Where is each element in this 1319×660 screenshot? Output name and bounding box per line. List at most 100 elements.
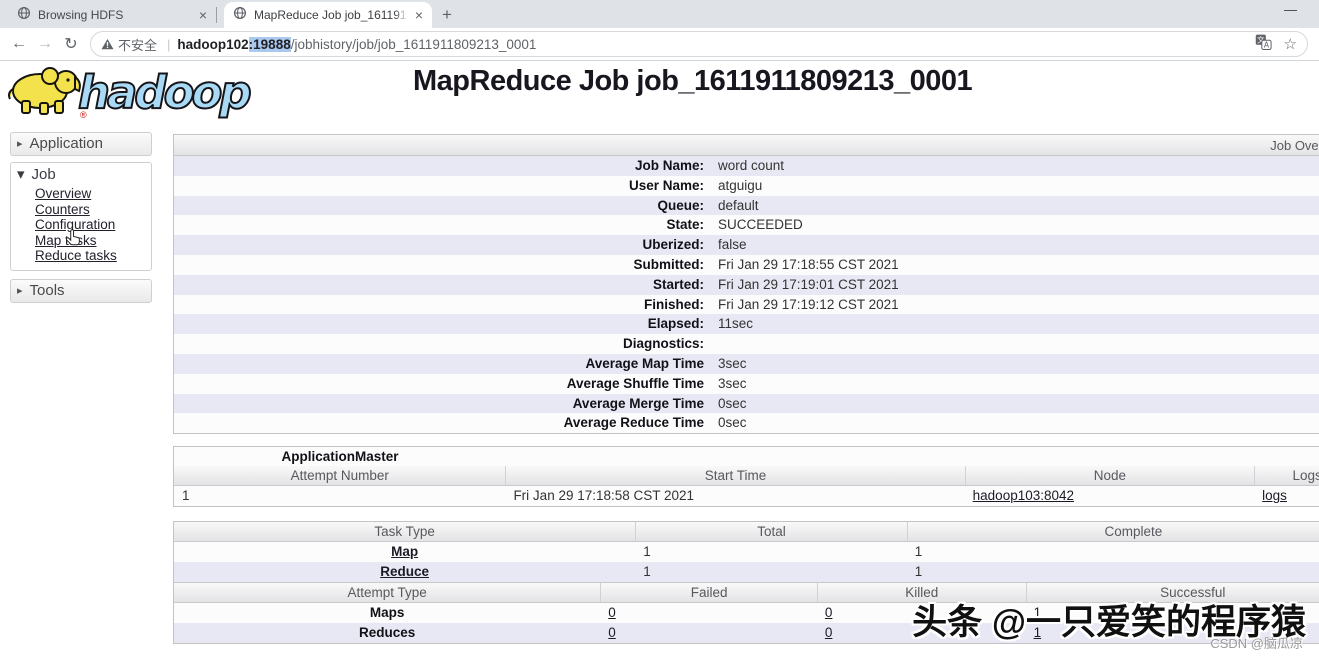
column-header: Task Type xyxy=(374,524,435,540)
overview-value xyxy=(710,334,718,354)
logs-link[interactable]: logs xyxy=(1262,488,1287,503)
overview-label: User Name: xyxy=(628,177,704,193)
sidebar-job-label: Job xyxy=(31,165,56,183)
hadoop-logo: hadoop ® xyxy=(0,61,300,124)
chevron-right-icon: ▸ xyxy=(17,284,23,297)
killed-maps-link[interactable]: 0 xyxy=(825,605,833,620)
column-header: Start Time xyxy=(505,466,964,486)
not-secure-warning[interactable]: 不安全 xyxy=(101,35,157,54)
killed-reduces-link[interactable]: 0 xyxy=(825,625,833,640)
overview-value: default xyxy=(718,197,759,213)
tab-browsing-hdfs[interactable]: Browsing HDFS × xyxy=(8,2,216,28)
forward-button[interactable]: → xyxy=(32,35,58,53)
start-time-cell: Fri Jan 29 17:18:58 CST 2021 xyxy=(513,488,695,504)
sidebar-link-overview[interactable]: Overview xyxy=(35,186,145,202)
sidebar-link-configuration[interactable]: Configuration xyxy=(35,217,145,233)
logo-registered-mark: ® xyxy=(80,110,87,119)
overview-label: Average Merge Time xyxy=(572,395,704,411)
task-type-cell: Map xyxy=(174,542,635,562)
close-icon[interactable]: × xyxy=(415,8,423,22)
tab-strip: Browsing HDFS × MapReduce Job job_161191… xyxy=(0,0,1319,28)
application-master-table: ApplicationMaster Attempt Number Start T… xyxy=(173,446,1319,508)
warning-triangle-icon xyxy=(101,38,114,50)
overview-label: Diagnostics: xyxy=(622,336,704,352)
reload-button[interactable]: ↻ xyxy=(58,34,84,54)
sidebar-link-reduce-tasks[interactable]: Reduce tasks xyxy=(35,248,145,264)
logs-cell: logs xyxy=(1254,486,1319,506)
watermark-csdn: CSDN @脑瓜凉 xyxy=(1210,636,1303,651)
url-separator: | xyxy=(167,36,171,52)
table-row: 1 Fri Jan 29 17:18:58 CST 2021 hadoop103… xyxy=(174,486,1319,506)
column-header: Total xyxy=(635,522,907,542)
table-row: Average Shuffle Time 3sec xyxy=(174,374,1319,394)
table-row: Submitted: Fri Jan 29 17:18:55 CST 2021 xyxy=(174,255,1319,275)
address-bar[interactable]: 不安全 | hadoop102:19888/jobhistory/job/job… xyxy=(90,31,1308,57)
table-row: State: SUCCEEDED xyxy=(174,215,1319,235)
overview-value: atguigu xyxy=(718,177,763,193)
job-history-page: hadoop ® MapReduce Job job_1611911809213… xyxy=(0,61,1319,660)
total-cell: 1 xyxy=(643,564,651,580)
table-row: Average Map Time 3sec xyxy=(174,353,1319,374)
overview-label: Average Shuffle Time xyxy=(566,375,704,391)
back-button[interactable]: ← xyxy=(6,35,32,53)
sidebar-section-application[interactable]: ▸ Application xyxy=(10,132,152,156)
overview-label: Started: xyxy=(652,276,704,292)
sidebar-section-job: ▾ Job Overview Counters Configuration Ma… xyxy=(10,162,152,271)
job-overview-table: Job Overview Job Name: word count User Na… xyxy=(173,134,1319,435)
overview-value: 11sec xyxy=(718,316,754,332)
table-row: Average Merge Time 0sec xyxy=(174,393,1319,414)
sidebar-link-map-tasks[interactable]: Map tasks xyxy=(35,233,145,249)
node-cell: hadoop103:8042 xyxy=(965,486,1255,506)
url-port-selected: :19888 xyxy=(248,36,291,52)
job-overview-caption: Job Overview xyxy=(174,135,1319,156)
table-row: Map 1 1 xyxy=(174,542,1319,562)
overview-value: SUCCEEDED xyxy=(718,217,803,233)
failed-reduces-link[interactable]: 0 xyxy=(608,625,616,640)
globe-icon xyxy=(17,6,31,25)
chevron-right-icon: ▸ xyxy=(17,138,23,150)
globe-icon xyxy=(233,6,247,25)
sidebar-link-counters[interactable]: Counters xyxy=(35,202,145,218)
sidebar-job-header[interactable]: ▾ Job xyxy=(17,165,145,184)
url-text[interactable]: hadoop102:19888/jobhistory/job/job_16119… xyxy=(177,36,1246,52)
table-row: Diagnostics: xyxy=(174,334,1319,354)
overview-label: State: xyxy=(666,217,704,233)
node-link[interactable]: hadoop103:8042 xyxy=(973,488,1074,503)
map-tasks-link[interactable]: Map xyxy=(391,544,418,559)
not-secure-label: 不安全 xyxy=(118,37,158,53)
column-header: Failed xyxy=(600,583,817,603)
overview-label: Average Reduce Time xyxy=(563,415,704,431)
tab-mapreduce-job[interactable]: MapReduce Job job_16119118 × xyxy=(224,2,432,28)
close-icon[interactable]: × xyxy=(199,8,207,22)
url-path: /jobhistory/job/job_1611911809213_0001 xyxy=(290,36,537,52)
task-summary-table: Task Type Total Complete Map 1 1 Reduce … xyxy=(173,521,1319,583)
window-minimize-button[interactable]: — xyxy=(1284,2,1297,17)
column-header: Node xyxy=(964,466,1255,486)
sidebar-tools-label: Tools xyxy=(29,281,65,299)
table-row: Finished: Fri Jan 29 17:19:12 CST 2021 xyxy=(174,295,1319,315)
overview-label: Finished: xyxy=(644,296,704,312)
new-tab-button[interactable]: + xyxy=(442,5,452,25)
overview-label: Average Map Time xyxy=(585,355,704,371)
failed-cell: 0 xyxy=(600,603,817,623)
failed-cell: 0 xyxy=(600,623,817,643)
overview-value: 3sec xyxy=(718,355,747,371)
mouse-cursor-hand-icon xyxy=(65,229,80,251)
reduce-tasks-link[interactable]: Reduce xyxy=(380,564,429,579)
attempt-type-cell: Maps xyxy=(369,605,405,621)
failed-maps-link[interactable]: 0 xyxy=(608,605,616,620)
column-header: Attempt Number xyxy=(290,468,389,484)
column-header: Complete xyxy=(906,522,1319,542)
attempt-type-cell: Reduces xyxy=(358,625,416,641)
table-row: Average Reduce Time 0sec xyxy=(174,413,1319,433)
table-row: Job Name: word count xyxy=(174,156,1319,176)
bookmark-star-icon[interactable]: ☆ xyxy=(1284,35,1297,53)
sidebar-section-tools[interactable]: ▸ Tools xyxy=(10,278,152,303)
application-master-title: ApplicationMaster xyxy=(281,449,399,465)
table-row: Elapsed: 11sec xyxy=(174,314,1319,335)
translate-icon[interactable]: 文A xyxy=(1255,34,1272,55)
table-row: Uberized: false xyxy=(174,235,1319,255)
url-host: hadoop102 xyxy=(177,36,249,52)
overview-value: 0sec xyxy=(718,415,747,431)
complete-cell: 1 xyxy=(914,544,923,560)
